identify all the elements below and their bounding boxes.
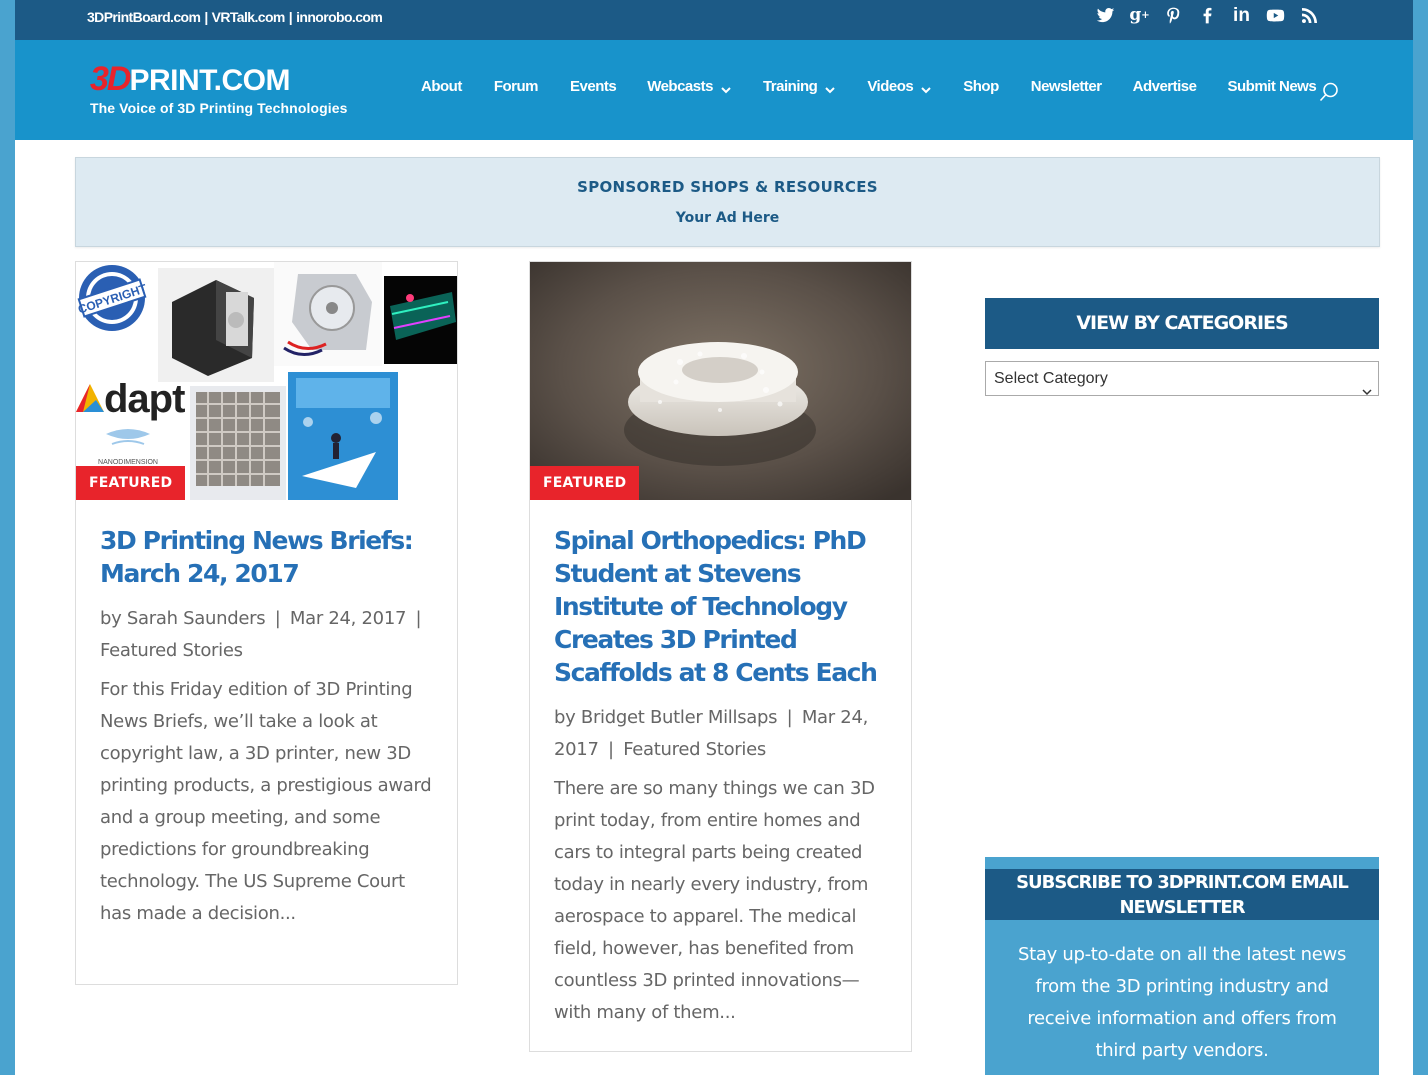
link-3dprintboard[interactable]: 3DPrintBoard.com xyxy=(87,9,201,25)
logo-tagline: The Voice of 3D Printing Technologies xyxy=(90,100,348,116)
newsletter-heading: SUBSCRIBE TO 3DPRINT.COM EMAIL NEWSLETTE… xyxy=(985,869,1379,920)
svg-text:NANODIMENSION: NANODIMENSION xyxy=(98,459,158,466)
separator: | xyxy=(288,9,293,25)
nav-submit-news[interactable]: Submit News xyxy=(1227,78,1316,95)
featured-badge[interactable]: FEATURED xyxy=(530,466,640,500)
nav-training[interactable]: Training xyxy=(762,78,836,95)
separator: | xyxy=(204,9,208,25)
nav-label: Training xyxy=(762,78,818,95)
post-image[interactable] xyxy=(530,262,911,500)
site-header: 3DPRINT.COM The Voice of 3D Printing Tec… xyxy=(15,40,1413,140)
nav-webcasts[interactable]: Webcasts xyxy=(647,78,731,95)
newsletter-widget: SUBSCRIBE TO 3DPRINT.COM EMAIL NEWSLETTE… xyxy=(985,857,1379,1075)
search-icon[interactable] xyxy=(1318,81,1340,103)
rss-icon[interactable] xyxy=(1299,5,1320,26)
sponsored-title: SPONSORED SHOPS & RESOURCES xyxy=(577,178,878,196)
nav-label: Forum xyxy=(493,78,539,95)
nav-label: Advertise xyxy=(1132,78,1197,95)
logo-text: PRINT.COM xyxy=(129,64,290,97)
nav-about[interactable]: About xyxy=(421,78,462,95)
post-date: Mar 24, 2017 xyxy=(289,608,407,629)
nav-advertise[interactable]: Advertise xyxy=(1133,78,1197,95)
chevron-down-icon xyxy=(825,82,836,93)
post-meta: by Sarah Saunders | Mar 24, 2017 | Featu… xyxy=(100,608,422,661)
category-select-value: Select Category xyxy=(994,370,1108,387)
nav-label: Webcasts xyxy=(647,78,713,95)
link-vrtalk[interactable]: VRTalk.com xyxy=(212,9,286,25)
top-bar: 3DPrintBoard.com | VRTalk.com | innorobo.com… xyxy=(15,0,1413,40)
post-meta: by Bridget Butler Millsaps | Mar 24, 201… xyxy=(554,707,869,760)
main-nav: About Forum Events Webcasts Training Vid… xyxy=(421,78,1317,95)
post-excerpt: There are so many things we can 3D print… xyxy=(554,778,875,1023)
glow-printer-image xyxy=(384,276,457,364)
post-title[interactable]: Spinal Orthopedics: PhD Student at Steve… xyxy=(554,524,894,689)
nav-label: Submit News xyxy=(1227,78,1317,95)
linkedin-icon[interactable]: in xyxy=(1231,5,1252,26)
facebook-icon[interactable] xyxy=(1197,5,1218,26)
post-card: FEATURED Spinal Orthopedics: PhD Student… xyxy=(529,261,912,1052)
hotend-image xyxy=(274,262,382,366)
nav-shop[interactable]: Shop xyxy=(963,78,999,95)
svg-text:dapt: dapt xyxy=(104,377,185,421)
author-link[interactable]: Sarah Saunders xyxy=(127,608,266,629)
post-card: COPYRIGHT dapt NANODIMENSION FEATURED 3D… xyxy=(75,261,458,985)
page: 3DPrintBoard.com | VRTalk.com | innorobo.com… xyxy=(15,0,1413,1075)
nav-label: About xyxy=(421,78,462,95)
categories-heading: VIEW BY CATEGORIES xyxy=(985,298,1379,349)
post-title[interactable]: 3D Printing News Briefs: March 24, 2017 xyxy=(100,524,440,590)
author-link[interactable]: Bridget Butler Millsaps xyxy=(581,707,778,728)
by-label: by xyxy=(100,608,122,629)
link-innorobo[interactable]: innorobo.com xyxy=(296,9,383,25)
chevron-down-icon xyxy=(1362,375,1372,396)
news-briefs-collage: COPYRIGHT dapt NANODIMENSION xyxy=(76,262,457,500)
category-link[interactable]: Featured Stories xyxy=(623,739,766,760)
logo-3d: 3D xyxy=(90,60,131,98)
category-link[interactable]: Featured Stories xyxy=(100,640,243,661)
nav-newsletter[interactable]: Newsletter xyxy=(1031,78,1102,95)
chevron-down-icon xyxy=(921,82,931,93)
nav-label: Newsletter xyxy=(1030,78,1102,95)
newsletter-description: Stay up-to-date on all the latest news f… xyxy=(1017,944,1347,1061)
extruder-image xyxy=(158,268,274,382)
nav-label: Events xyxy=(570,78,617,95)
lattice-part-image xyxy=(190,386,286,500)
site-logo[interactable]: 3DPRINT.COM The Voice of 3D Printing Tec… xyxy=(90,62,370,122)
sponsored-banner[interactable]: SPONSORED SHOPS & RESOURCES Your Ad Here xyxy=(75,157,1380,247)
nav-videos[interactable]: Videos xyxy=(867,78,931,95)
social-icons: g + in xyxy=(1095,5,1320,26)
post-image[interactable]: COPYRIGHT dapt NANODIMENSION xyxy=(76,262,457,500)
category-select[interactable]: Select Category xyxy=(985,361,1379,396)
nav-forum[interactable]: Forum xyxy=(493,78,539,95)
nav-label: Videos xyxy=(867,78,914,95)
scaffold-photo xyxy=(530,262,911,500)
widget-stripe xyxy=(985,857,1379,869)
pinterest-icon[interactable] xyxy=(1163,5,1184,26)
google-plus-icon[interactable]: g + xyxy=(1129,5,1150,26)
book-cover-image xyxy=(288,372,398,500)
twitter-icon[interactable] xyxy=(1095,5,1116,26)
nav-label: Shop xyxy=(963,78,999,95)
featured-badge[interactable]: FEATURED xyxy=(76,466,186,500)
post-excerpt: For this Friday edition of 3D Printing N… xyxy=(100,679,432,924)
sponsored-subtitle[interactable]: Your Ad Here xyxy=(76,210,1379,226)
youtube-icon[interactable] xyxy=(1265,5,1286,26)
nav-events[interactable]: Events xyxy=(570,78,617,95)
network-links: 3DPrintBoard.com | VRTalk.com | innorobo.com xyxy=(87,9,383,25)
by-label: by xyxy=(554,707,576,728)
chevron-down-icon xyxy=(721,82,731,93)
